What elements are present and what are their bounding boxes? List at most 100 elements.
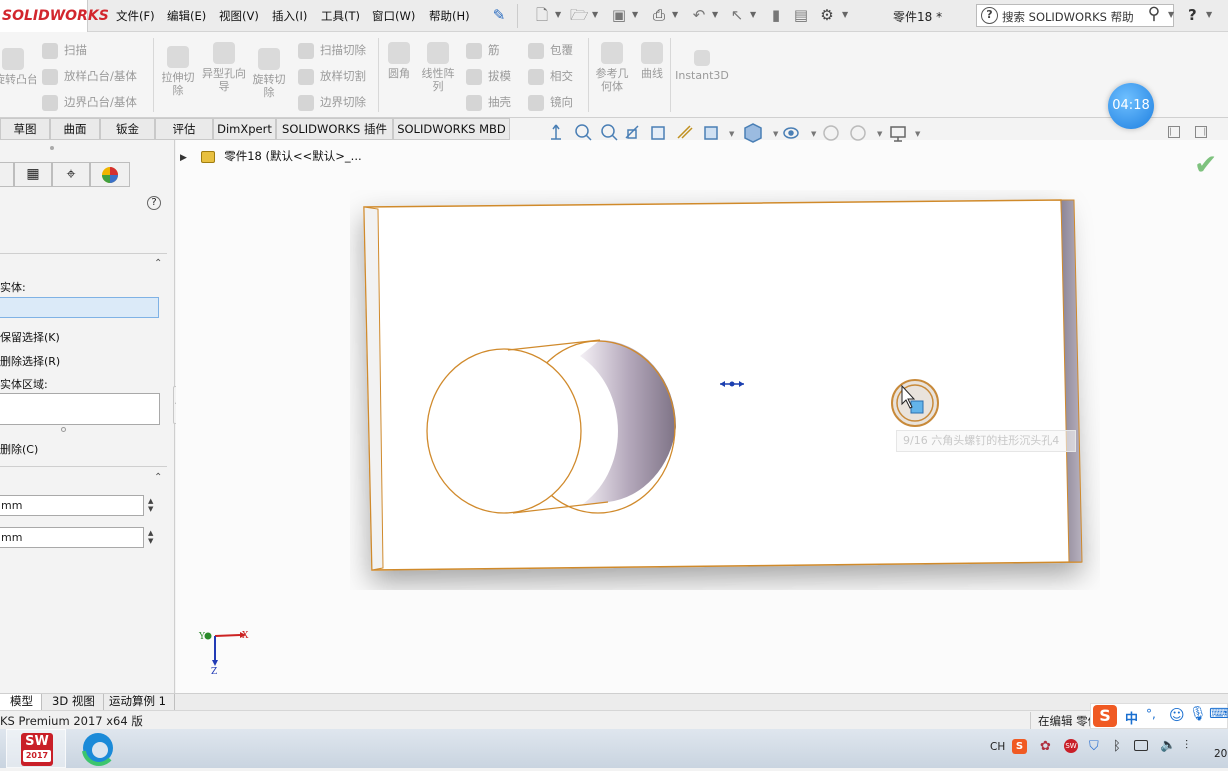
collapse-chevron-icon[interactable]: ⌃: [154, 472, 162, 483]
file-properties-icon[interactable]: ▤: [792, 6, 810, 24]
counterbore-hole-cylinder[interactable]: [426, 339, 676, 514]
tray-app-icon[interactable]: ✿: [1040, 739, 1051, 754]
mirror-button[interactable]: 镜向: [528, 94, 573, 111]
chevron-down-icon[interactable]: ▼: [842, 10, 848, 19]
tab-sheet-metal[interactable]: 钣金: [100, 118, 155, 140]
feature-tree-flyout[interactable]: ▶ 零件18 (默认<<默认>_...: [180, 148, 362, 164]
pin-icon[interactable]: ✎: [490, 6, 508, 24]
shield-icon[interactable]: ⛉: [1089, 739, 1099, 754]
bodies-selection-box[interactable]: [0, 297, 159, 318]
remove-button[interactable]: 删除(C): [0, 441, 38, 457]
new-document-icon[interactable]: 🗋: [533, 6, 551, 24]
tab-dimxpert[interactable]: DimXpert: [213, 118, 276, 140]
expand-arrow-icon[interactable]: ▶: [180, 153, 187, 163]
distance-field-1[interactable]: mm: [0, 495, 144, 516]
tab-configuration-manager[interactable]: ⌖: [52, 162, 90, 187]
sogou-tray-icon[interactable]: S: [1012, 739, 1027, 754]
tab-evaluate[interactable]: 评估: [155, 118, 213, 140]
chevron-down-icon[interactable]: ▼: [1168, 10, 1174, 19]
chevron-down-icon[interactable]: ▼: [592, 10, 598, 19]
menu-file[interactable]: 文件(F): [116, 8, 155, 24]
keyboard-icon[interactable]: ⌨: [1209, 706, 1228, 722]
loft-boss-button[interactable]: 放样凸台/基体: [42, 68, 137, 85]
spin-stepper[interactable]: ▲ ▼: [148, 529, 153, 545]
chevron-down-icon[interactable]: ▼: [632, 10, 638, 19]
linear-pattern-button[interactable]: 线性阵列: [418, 42, 458, 93]
ime-punctuation-toggle[interactable]: °,: [1146, 707, 1156, 721]
bluetooth-icon[interactable]: ᛒ: [1113, 739, 1121, 754]
chevron-down-icon[interactable]: ▼: [555, 10, 561, 19]
draft-button[interactable]: 拔模: [466, 68, 511, 85]
instant3d-button[interactable]: Instant3D: [674, 50, 730, 82]
tab-property-manager[interactable]: ▦: [14, 162, 52, 187]
tab-feature-manager[interactable]: [0, 162, 14, 187]
collapse-chevron-icon[interactable]: ⌃: [154, 258, 162, 269]
hole-position-marker[interactable]: [891, 379, 939, 427]
select-arrow-icon[interactable]: ↖: [728, 6, 746, 24]
chevron-down-icon[interactable]: ▼: [750, 10, 756, 19]
solidworks-logo[interactable]: SOLIDWORKS: [0, 0, 109, 32]
intersect-button[interactable]: 相交: [528, 68, 573, 85]
taskbar-app-edge[interactable]: [70, 729, 126, 768]
help-circle-icon[interactable]: ?: [147, 196, 161, 210]
ime-toolbar[interactable]: S 中 °, ☺ 🎙 ⌨: [1090, 703, 1228, 729]
chevron-down-icon[interactable]: ▼: [712, 10, 718, 19]
extruded-cut-button[interactable]: 拉伸切除: [158, 46, 198, 97]
confirm-check-icon[interactable]: ✔: [1194, 148, 1217, 181]
shell-button[interactable]: 抽壳: [466, 94, 511, 111]
print-icon[interactable]: ⎙: [650, 6, 668, 24]
tab-surfaces[interactable]: 曲面: [50, 118, 100, 140]
wrap-button[interactable]: 包覆: [528, 42, 573, 59]
tab-sketch[interactable]: 草图: [0, 118, 50, 140]
sketch-point-marker[interactable]: [720, 381, 744, 387]
distance-field-2[interactable]: mm: [0, 527, 144, 548]
swept-cut-button[interactable]: 扫描切除: [298, 42, 366, 59]
reference-geometry-button[interactable]: 参考几何体: [592, 42, 632, 93]
boundary-cut-button[interactable]: 边界切除: [298, 94, 366, 111]
tab-motion-study[interactable]: 运动算例 1: [101, 694, 175, 710]
splitter-handle[interactable]: [50, 146, 54, 150]
menu-help[interactable]: 帮助(H): [429, 8, 470, 24]
body-region-list[interactable]: [0, 393, 160, 425]
rebuild-icon[interactable]: ▮: [767, 6, 785, 24]
lofted-cut-button[interactable]: 放样切割: [298, 68, 366, 85]
revolved-cut-button[interactable]: 旋转切除: [248, 48, 290, 99]
search-icon[interactable]: ⚲: [1145, 5, 1163, 23]
tab-display-manager[interactable]: [90, 162, 130, 187]
revolve-boss-button[interactable]: 旋转凸台/基体: [0, 48, 36, 86]
hole-wizard-button[interactable]: 异型孔向导: [202, 42, 246, 93]
tray-language[interactable]: CH: [990, 741, 1005, 753]
sweep-button[interactable]: 扫描: [42, 42, 87, 59]
remove-selections-option[interactable]: 删除选择(R): [0, 353, 60, 369]
fillet-button[interactable]: 圆角: [384, 42, 414, 80]
microphone-icon[interactable]: 🎙: [1189, 706, 1207, 722]
help-search-input[interactable]: 搜索 SOLIDWORKS 帮助: [1002, 9, 1134, 25]
menu-view[interactable]: 视图(V): [219, 8, 259, 24]
tab-model[interactable]: 模型: [0, 694, 42, 710]
clock[interactable]: 20: [1214, 748, 1227, 760]
rib-button[interactable]: 筋: [466, 42, 500, 59]
volume-icon[interactable]: 🔈: [1160, 738, 1176, 753]
solidworks-tray-icon[interactable]: SW: [1064, 739, 1078, 753]
restore-window-icon[interactable]: ⎸: [1168, 126, 1180, 138]
ime-language-toggle[interactable]: 中: [1125, 708, 1138, 727]
network-icon[interactable]: [1134, 740, 1148, 751]
menu-insert[interactable]: 插入(I): [272, 8, 307, 24]
maximize-window-icon[interactable]: ⎹: [1195, 126, 1207, 138]
taskbar-app-solidworks[interactable]: SW 2017: [6, 729, 66, 768]
wifi-icon[interactable]: ⫶: [1185, 738, 1188, 753]
heads-up-view-toolbar[interactable]: ▼ ▼ ▼ ▼ ▼: [545, 122, 925, 144]
chevron-down-icon[interactable]: ▼: [1206, 10, 1212, 19]
boundary-boss-button[interactable]: 边界凸台/基体: [42, 94, 137, 111]
emoji-icon[interactable]: ☺: [1169, 706, 1185, 724]
curves-button[interactable]: 曲线: [636, 42, 668, 80]
menu-tools[interactable]: 工具(T): [321, 8, 360, 24]
tab-solidworks-addins[interactable]: SOLIDWORKS 插件: [276, 118, 393, 140]
gear-icon[interactable]: ⚙: [818, 6, 836, 24]
save-icon[interactable]: ▣: [610, 6, 628, 24]
model-graphics[interactable]: [350, 190, 1100, 590]
resize-handle[interactable]: [61, 427, 66, 432]
help-button[interactable]: ?: [1188, 6, 1197, 24]
undo-icon[interactable]: ↶: [690, 6, 708, 24]
open-folder-icon[interactable]: 🗁: [570, 6, 589, 24]
